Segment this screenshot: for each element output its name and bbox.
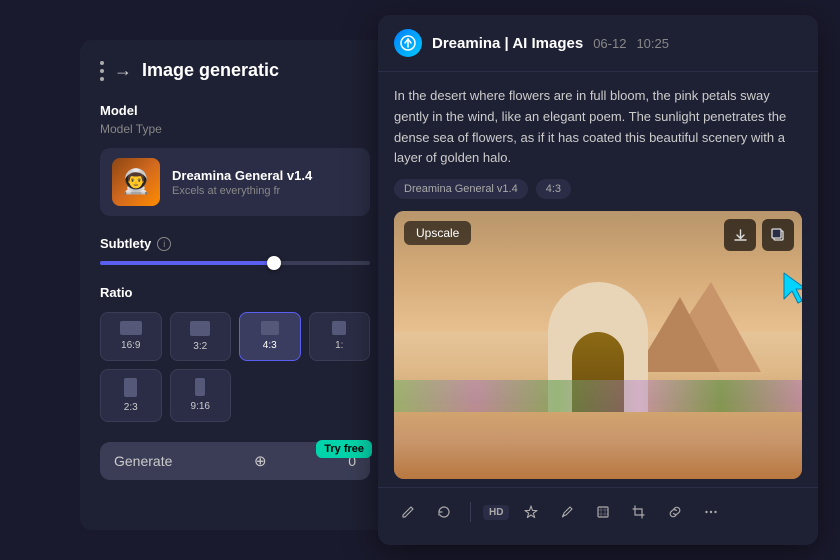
- brush-icon-btn[interactable]: [553, 498, 581, 526]
- slider-fill: [100, 261, 276, 265]
- model-label: Model: [100, 103, 370, 118]
- header-date: 06-12: [593, 36, 626, 51]
- bottom-toolbar: HD: [378, 487, 818, 536]
- right-header: Dreamina | AI Images 06-12 10:25: [378, 15, 818, 72]
- ratio-btn-916[interactable]: 9:16: [170, 369, 232, 422]
- generated-image: Upscale Download: [394, 211, 802, 479]
- dreamina-logo: [394, 29, 422, 57]
- link-icon-btn[interactable]: [661, 498, 689, 526]
- ratio-icon-1: [332, 321, 346, 335]
- ratio-icon-916: [195, 378, 205, 396]
- rotate-icon-btn[interactable]: [430, 498, 458, 526]
- edit-icon-btn[interactable]: [394, 498, 422, 526]
- generate-icon: ⊕: [254, 452, 267, 470]
- left-panel: → Image generatic Model Model Type Dream…: [80, 40, 390, 530]
- download-button[interactable]: Download: [724, 219, 756, 251]
- toolbar-divider: [470, 502, 471, 522]
- upscale-button[interactable]: Upscale: [404, 221, 471, 245]
- hd-badge[interactable]: HD: [483, 505, 509, 520]
- ratio-btn-32[interactable]: 3:2: [170, 312, 232, 361]
- slider-thumb: [267, 256, 281, 270]
- menu-icon[interactable]: [100, 61, 104, 81]
- ratio-grid-row2: 2:3 9:16: [100, 369, 370, 422]
- ratio-icon-43: [261, 321, 279, 335]
- tags-row: Dreamina General v1.4 4:3: [378, 179, 818, 211]
- ratio-text-32: 3:2: [193, 341, 207, 352]
- expand-icon-btn[interactable]: [589, 498, 617, 526]
- right-panel: Dreamina | AI Images 06-12 10:25 In the …: [378, 15, 818, 545]
- ratio-text-169: 16:9: [121, 340, 140, 351]
- ratio-grid-row1: 16:9 3:2 4:3 1:: [100, 312, 370, 361]
- mountain2: [635, 297, 720, 372]
- sand-ground: [394, 404, 802, 479]
- free-label: free: [344, 443, 364, 455]
- panel-header: → Image generatic: [100, 60, 370, 81]
- subtlety-slider[interactable]: [100, 261, 370, 265]
- ratio-btn-169[interactable]: 16:9: [100, 312, 162, 361]
- model-card[interactable]: Dreamina General v1.4 Excels at everythi…: [100, 148, 370, 216]
- ratio-icon-23: [124, 378, 137, 397]
- ratio-text-916: 9:16: [191, 401, 210, 412]
- subtlety-label: Subtlety: [100, 236, 151, 251]
- model-info: Dreamina General v1.4 Excels at everythi…: [172, 168, 312, 197]
- ratio-tag: 4:3: [536, 179, 571, 199]
- prompt-text: In the desert where flowers are in full …: [378, 72, 818, 179]
- app-name: Dreamina | AI Images: [432, 35, 583, 52]
- crop-icon-btn[interactable]: [625, 498, 653, 526]
- generate-bar[interactable]: Generate ⊕ 0 Try free: [100, 442, 370, 480]
- model-name: Dreamina General v1.4: [172, 168, 312, 183]
- ratio-icon-169: [120, 321, 142, 335]
- more-icon-btn[interactable]: [697, 498, 725, 526]
- ratio-btn-1[interactable]: 1:: [309, 312, 371, 361]
- flowers: [394, 380, 802, 412]
- ratio-text-43: 4:3: [263, 340, 277, 351]
- model-section: Model Model Type Dreamina General v1.4 E…: [100, 103, 370, 216]
- subtlety-row: Subtlety i: [100, 236, 370, 251]
- ratio-btn-23[interactable]: 2:3: [100, 369, 162, 422]
- ratio-text-1: 1:: [335, 340, 343, 351]
- copy-image-button[interactable]: [762, 219, 794, 251]
- try-free-label: Try: [324, 443, 344, 455]
- model-thumbnail: [112, 158, 160, 206]
- ratio-text-23: 2:3: [124, 402, 138, 413]
- ratio-btn-43[interactable]: 4:3: [239, 312, 301, 361]
- subtlety-info-icon[interactable]: i: [157, 237, 171, 251]
- try-free-badge[interactable]: Try free: [316, 440, 372, 458]
- ratio-icon-32: [190, 321, 210, 336]
- ratio-label: Ratio: [100, 285, 370, 300]
- header-time: 10:25: [636, 36, 669, 51]
- model-tag: Dreamina General v1.4: [394, 179, 528, 199]
- image-actions: Download: [724, 219, 794, 251]
- model-description: Excels at everything fr: [172, 185, 312, 197]
- panel-title: Image generatic: [142, 60, 279, 81]
- generate-button-label: Generate: [114, 453, 172, 469]
- model-sublabel: Model Type: [100, 122, 370, 136]
- desert-scene: [394, 211, 802, 479]
- arrow-icon: →: [114, 60, 132, 81]
- enhance-icon-btn[interactable]: [517, 498, 545, 526]
